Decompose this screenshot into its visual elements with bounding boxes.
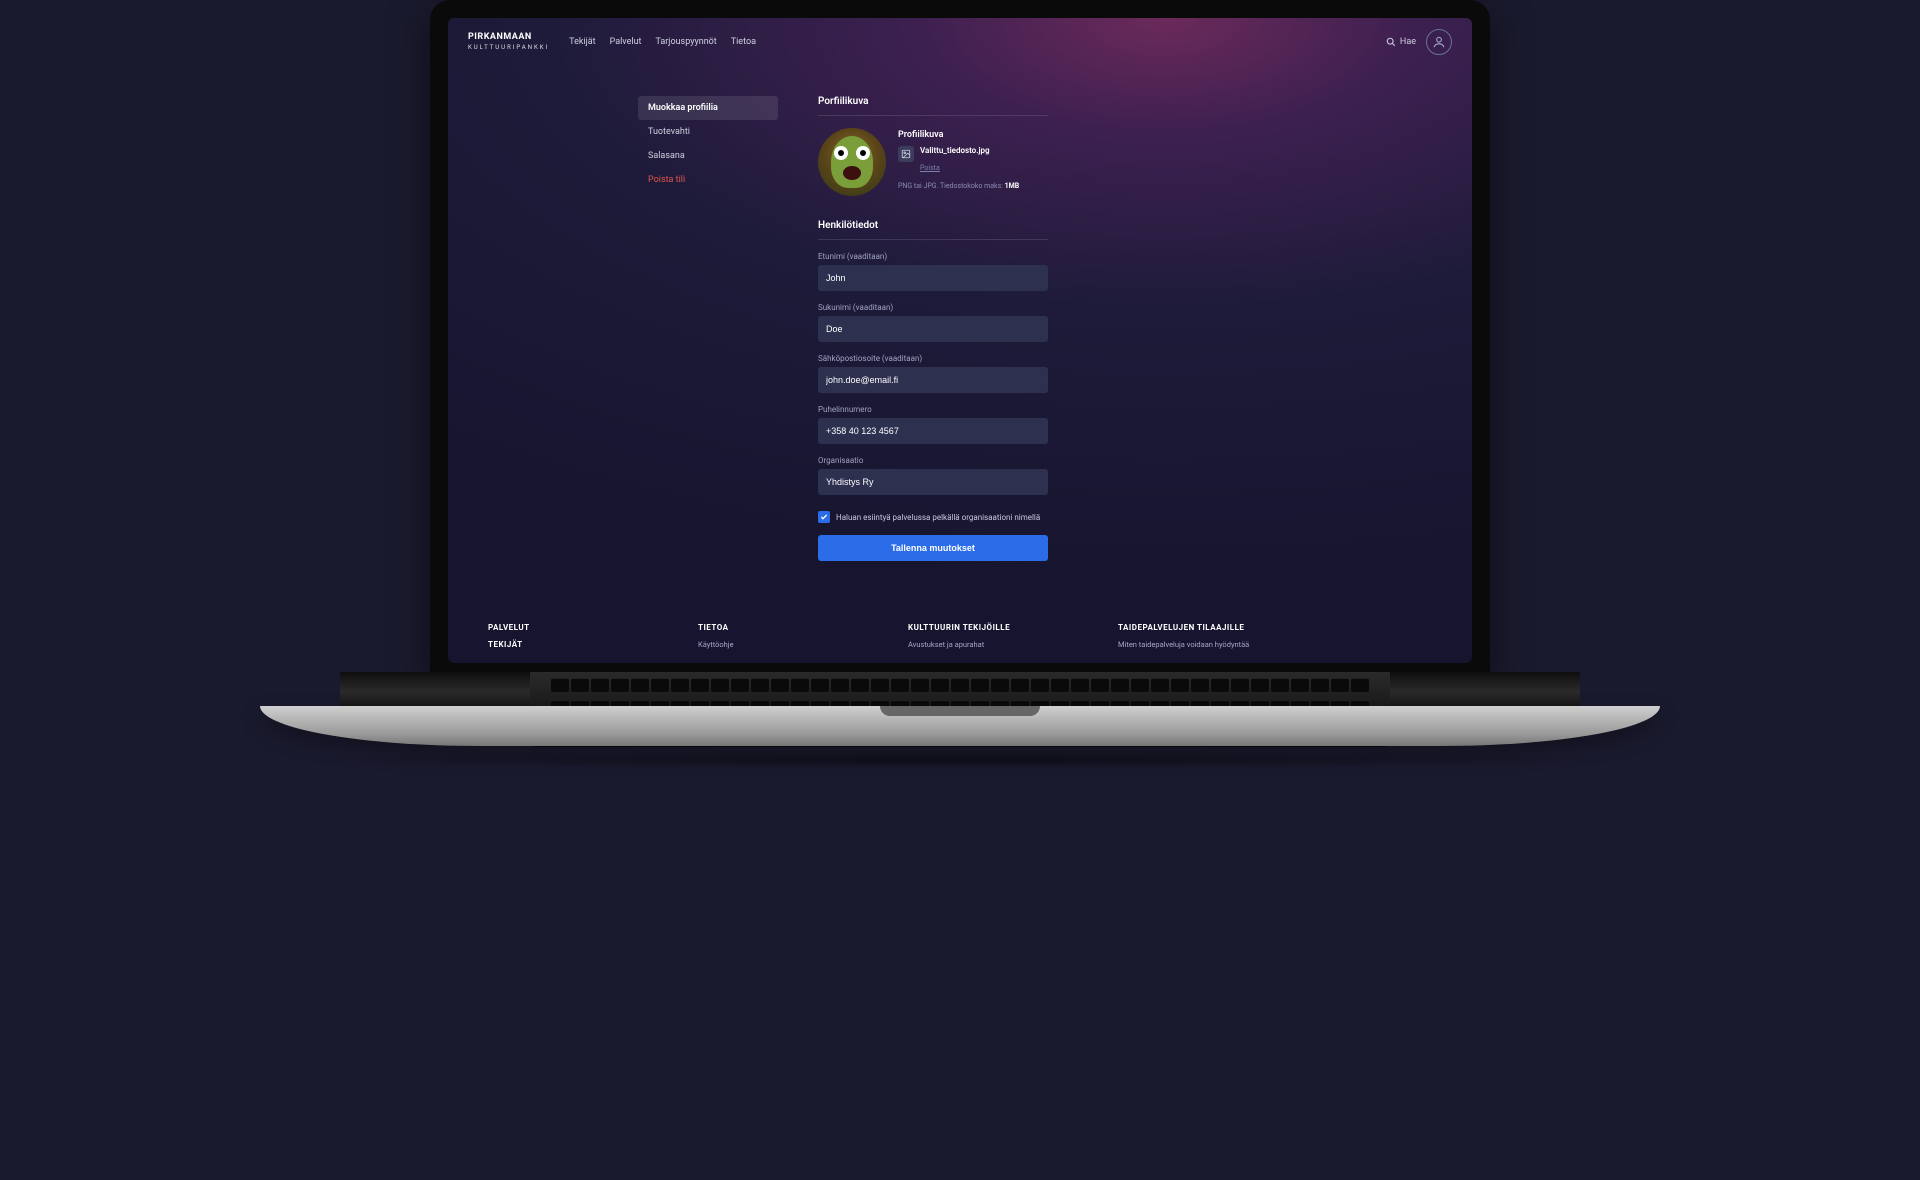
nav-tarjouspyynnot[interactable]: Tarjouspyynnöt: [655, 37, 716, 47]
avatar-illustration: [831, 136, 873, 188]
sidenav-edit-profile[interactable]: Muokkaa profiilia: [638, 96, 778, 120]
email-input[interactable]: [818, 367, 1048, 393]
search-link[interactable]: Hae: [1386, 37, 1416, 47]
footer-miten-taidepalveluja[interactable]: Miten taidepalveluja voidaan hyödyntää: [1118, 640, 1249, 649]
org-name-checkbox[interactable]: [818, 511, 830, 523]
laptop-notch: [880, 706, 1040, 716]
organization-input[interactable]: [818, 469, 1048, 495]
organization-label: Organisaatio: [818, 456, 1048, 465]
brand-line1: PIRKANMAAN: [468, 32, 532, 42]
org-name-checkbox-row[interactable]: Haluan esiintyä palvelussa pelkällä orga…: [818, 511, 1048, 523]
user-icon: [1432, 35, 1446, 49]
org-name-checkbox-label: Haluan esiintyä palvelussa pelkällä orga…: [836, 513, 1040, 522]
sidenav-delete-account[interactable]: Poista tili: [638, 168, 778, 192]
avatar-label: Profiilikuva: [898, 130, 1019, 140]
image-file-icon: [898, 146, 914, 162]
footer-col-3: KULTTUURIN TEKIJÖILLE Avustukset ja apur…: [908, 623, 1038, 657]
file-hint-max: 1MB: [1005, 182, 1020, 190]
save-button[interactable]: Tallenna muutokset: [818, 535, 1048, 561]
settings-sidenav: Muokkaa profiilia Tuotevahti Salasana Po…: [638, 96, 778, 561]
email-label: Sähköpostiosoite (vaaditaan): [818, 354, 1048, 363]
search-icon: [1386, 37, 1396, 47]
main-layout: Muokkaa profiilia Tuotevahti Salasana Po…: [448, 66, 1472, 581]
laptop-lid: PIRKANMAAN KULTTUURIPANKKI Tekijät Palve…: [430, 0, 1490, 680]
laptop-base: [260, 706, 1660, 746]
firstname-input[interactable]: [818, 265, 1048, 291]
nav-palvelut[interactable]: Palvelut: [610, 37, 642, 47]
top-nav: PIRKANMAAN KULTTUURIPANKKI Tekijät Palve…: [448, 18, 1472, 66]
brand-logo[interactable]: PIRKANMAAN KULTTUURIPANKKI: [468, 33, 549, 52]
footer-kulttuurin-tekijoille: KULTTUURIN TEKIJÖILLE: [908, 623, 1038, 632]
footer-kayttoohje[interactable]: Käyttöohje: [698, 640, 828, 649]
lastname-label: Sukunimi (vaaditaan): [818, 303, 1048, 312]
phone-input[interactable]: [818, 418, 1048, 444]
file-hint-prefix: PNG tai JPG. Tiedostokoko maks:: [898, 182, 1005, 190]
nav-links: Tekijät Palvelut Tarjouspyynnöt Tietoa: [569, 37, 756, 47]
phone-label: Puhelinnumero: [818, 405, 1048, 414]
brand-line2: KULTTUURIPANKKI: [468, 44, 549, 51]
laptop-mockup: PIRKANMAAN KULTTUURIPANKKI Tekijät Palve…: [260, 0, 1660, 770]
check-icon: [820, 513, 828, 521]
delete-file-link[interactable]: Poista: [920, 164, 940, 172]
top-nav-right: Hae: [1386, 29, 1452, 55]
selected-filename: Valittu_tiedosto.jpg: [920, 146, 990, 155]
avatar-info: Profiilikuva Valittu_tiedosto.jpg Poist: [898, 128, 1019, 196]
search-label: Hae: [1400, 37, 1416, 47]
laptop-shadow: [270, 750, 1650, 770]
footer-avustukset[interactable]: Avustukset ja apurahat: [908, 640, 1038, 649]
footer-col-2: TIETOA Käyttöohje: [698, 623, 828, 657]
footer-col-1: PALVELUT TEKIJÄT: [488, 623, 618, 657]
footer-tietoa: TIETOA: [698, 623, 828, 632]
sidenav-tuotevahti[interactable]: Tuotevahti: [638, 120, 778, 144]
footer-col-4: TAIDEPALVELUJEN TILAAJILLE Miten taidepa…: [1118, 623, 1249, 657]
avatar-preview[interactable]: [818, 128, 886, 196]
app-screen: PIRKANMAAN KULTTUURIPANKKI Tekijät Palve…: [448, 18, 1472, 663]
content-column: Porfiilikuva Profiilikuva: [818, 96, 1048, 561]
footer-palvelut[interactable]: PALVELUT: [488, 623, 618, 632]
firstname-label: Etunimi (vaaditaan): [818, 252, 1048, 261]
sidenav-salasana[interactable]: Salasana: [638, 144, 778, 168]
file-hint: PNG tai JPG. Tiedostokoko maks: 1MB: [898, 182, 1019, 190]
footer-taidepalvelujen-tilaajille: TAIDEPALVELUJEN TILAAJILLE: [1118, 623, 1249, 632]
profile-menu-button[interactable]: [1426, 29, 1452, 55]
section-personal-info-title: Henkilötiedot: [818, 220, 1048, 240]
nav-tietoa[interactable]: Tietoa: [731, 37, 756, 47]
footer-tekijat[interactable]: TEKIJÄT: [488, 640, 618, 649]
lastname-input[interactable]: [818, 316, 1048, 342]
nav-tekijat[interactable]: Tekijät: [569, 37, 595, 47]
file-row: Valittu_tiedosto.jpg Poista: [898, 146, 1019, 174]
avatar-row: Profiilikuva Valittu_tiedosto.jpg Poist: [818, 128, 1048, 196]
section-profile-picture-title: Porfiilikuva: [818, 96, 1048, 116]
footer: PALVELUT TEKIJÄT TIETOA Käyttöohje KULTT…: [448, 601, 1472, 657]
